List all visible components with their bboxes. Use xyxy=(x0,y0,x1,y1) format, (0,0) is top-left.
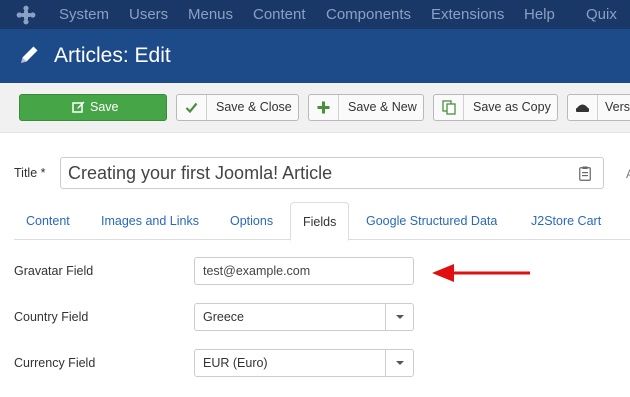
toolbar: Save Save & Close Save & New Save as Cop… xyxy=(0,83,630,133)
annotation-arrow xyxy=(432,264,530,282)
save-new-button[interactable]: Save & New xyxy=(308,94,424,121)
gravatar-field-value: test@example.com xyxy=(203,264,311,278)
country-field-value: Greece xyxy=(203,310,244,324)
menu-help[interactable]: Help xyxy=(524,6,555,23)
tab-j2store-cart[interactable]: J2Store Cart xyxy=(519,202,613,240)
plus-icon-wrap xyxy=(309,95,339,120)
title-input[interactable]: Creating your first Joomla! Article xyxy=(60,157,604,189)
gravatar-field-label: Gravatar Field xyxy=(14,264,94,278)
joomla-article-edit-screen: System Users Menus Content Components Ex… xyxy=(0,0,630,397)
save-close-button[interactable]: Save & Close xyxy=(176,94,299,121)
page-header: Articles: Edit xyxy=(0,29,630,83)
versions-button[interactable]: Versi xyxy=(567,94,630,121)
field-clipboard-icon xyxy=(579,166,591,181)
check-icon-wrap xyxy=(177,95,207,120)
tab-fields[interactable]: Fields xyxy=(290,202,350,241)
versions-icon xyxy=(576,104,589,112)
tab-options[interactable]: Options xyxy=(218,202,285,240)
menu-users[interactable]: Users xyxy=(129,6,168,23)
check-icon xyxy=(185,102,198,114)
save-close-label: Save & Close xyxy=(216,100,292,114)
save-new-label: Save & New xyxy=(348,100,417,114)
save-label: Save xyxy=(90,100,119,114)
copy-icon-wrap xyxy=(434,95,464,120)
save-button[interactable]: Save xyxy=(19,94,167,121)
country-field-select[interactable]: Greece xyxy=(194,303,414,331)
edit-icon xyxy=(72,101,85,113)
title-value: Creating your first Joomla! Article xyxy=(68,163,333,183)
versions-label: Versi xyxy=(605,100,630,114)
edit-tabs: Content Images and Links Options Fields … xyxy=(14,202,630,241)
menu-content[interactable]: Content xyxy=(253,6,306,23)
country-field-label: Country Field xyxy=(14,310,89,324)
title-label: Title * xyxy=(14,166,46,180)
menu-menus[interactable]: Menus xyxy=(188,6,233,23)
plus-icon xyxy=(317,101,330,114)
page-title: Articles: Edit xyxy=(54,44,171,67)
menu-components[interactable]: Components xyxy=(326,6,411,23)
alias-label-cut: A xyxy=(626,167,630,181)
save-as-copy-button[interactable]: Save as Copy xyxy=(433,94,558,121)
tab-images-and-links[interactable]: Images and Links xyxy=(89,202,211,240)
save-as-copy-label: Save as Copy xyxy=(473,100,551,114)
save-icon-wrap xyxy=(20,95,100,120)
admin-menubar: System Users Menus Content Components Ex… xyxy=(0,0,630,29)
menu-extensions[interactable]: Extensions xyxy=(431,6,504,23)
joomla-logo-icon[interactable] xyxy=(16,5,36,25)
currency-field-value: EUR (Euro) xyxy=(203,356,268,370)
gravatar-field-input[interactable]: test@example.com xyxy=(194,257,414,285)
chevron-down-icon[interactable] xyxy=(385,304,413,330)
menu-system[interactable]: System xyxy=(59,6,109,23)
copy-icon xyxy=(442,100,456,115)
chevron-down-icon[interactable] xyxy=(385,350,413,376)
versions-icon-wrap xyxy=(568,95,598,120)
currency-field-label: Currency Field xyxy=(14,356,96,370)
pencil-icon xyxy=(21,46,38,63)
tab-google-structured-data[interactable]: Google Structured Data xyxy=(354,202,509,240)
tab-content[interactable]: Content xyxy=(14,202,82,240)
currency-field-select[interactable]: EUR (Euro) xyxy=(194,349,414,377)
menu-quix[interactable]: Quix xyxy=(586,6,617,23)
